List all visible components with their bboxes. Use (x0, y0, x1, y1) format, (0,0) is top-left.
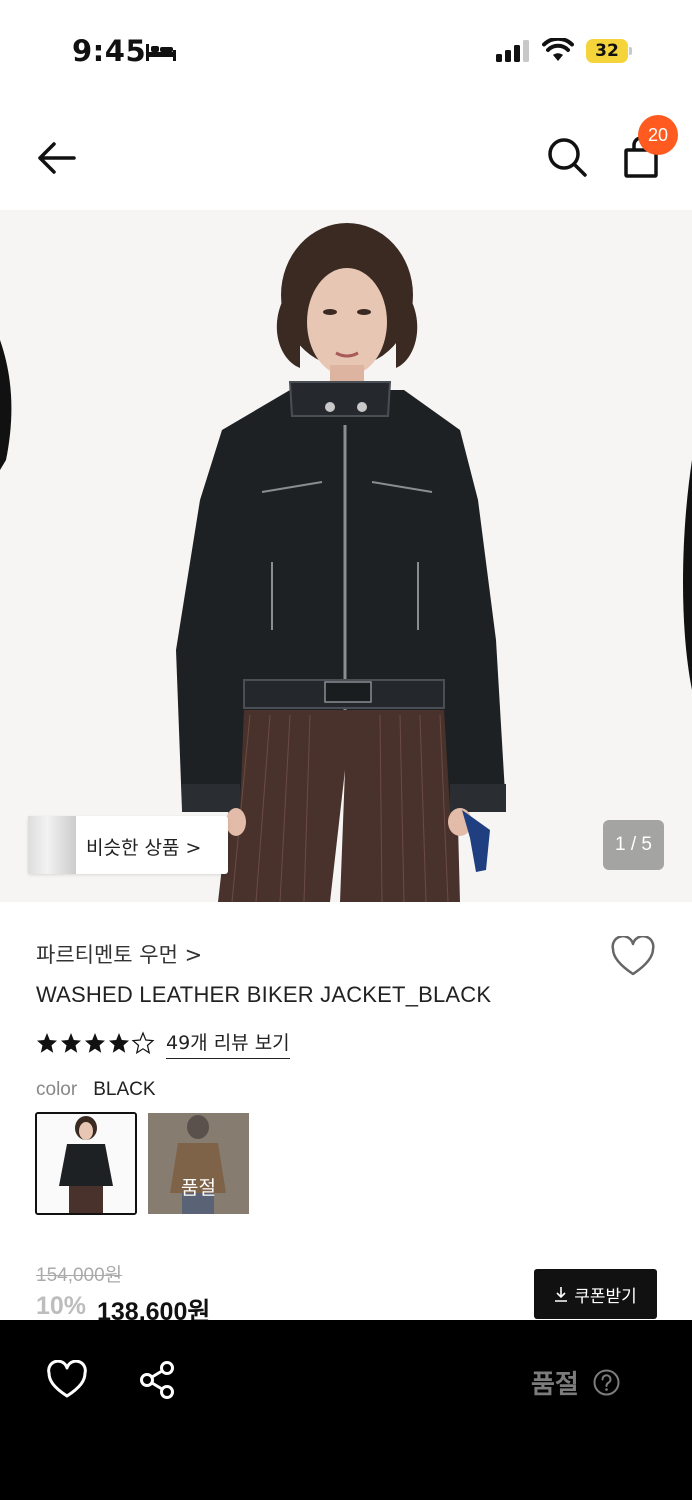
star-icon (109, 1033, 129, 1053)
bottom-action-bar: 품절 (0, 1320, 692, 1500)
status-time: 9:45 (72, 34, 147, 68)
color-swatch-brown[interactable]: 품절 (148, 1113, 249, 1214)
sleep-focus-icon (146, 44, 176, 61)
swatch-black-image (37, 1114, 135, 1213)
color-selector-label: color BLACK (36, 1078, 156, 1101)
sold-out-status: 품절 (531, 1370, 579, 1400)
color-swatch-black[interactable] (35, 1112, 137, 1215)
cellular-signal-icon (496, 40, 529, 62)
image-pager: 1 / 5 (603, 820, 664, 870)
similar-products-button[interactable]: 비슷한 상품 > (28, 816, 228, 874)
coupon-button[interactable]: 쿠폰받기 (534, 1269, 657, 1319)
similar-product-thumbnail (28, 816, 76, 874)
wishlist-heart-icon[interactable] (610, 936, 656, 978)
product-title: WASHED LEATHER BIKER JACKET_BLACK (36, 982, 492, 1007)
heart-icon[interactable] (46, 1360, 88, 1400)
color-key: color (36, 1079, 78, 1100)
star-icon (37, 1033, 57, 1053)
status-bar: 9:45 32 (0, 0, 692, 100)
half-star-icon (132, 1032, 154, 1054)
coupon-label: 쿠폰받기 (574, 1286, 637, 1307)
download-icon (555, 1287, 568, 1302)
star-icon (85, 1033, 105, 1053)
wifi-icon (542, 38, 574, 61)
discount-rate: 10% (36, 1292, 87, 1320)
battery-indicator: 32 (586, 39, 632, 63)
cart-count-badge: 20 (638, 115, 678, 155)
sold-out-label: 품절 (181, 1177, 216, 1199)
rating-stars (37, 1032, 154, 1054)
search-icon[interactable] (544, 134, 590, 180)
color-value: BLACK (93, 1079, 156, 1100)
original-price: 154,000원 (36, 1265, 123, 1286)
product-image[interactable] (0, 210, 692, 902)
star-icon (61, 1033, 81, 1053)
share-icon[interactable] (138, 1360, 178, 1400)
battery-level: 32 (595, 41, 619, 61)
help-icon[interactable] (593, 1369, 620, 1396)
reviews-link[interactable]: 49개 리뷰 보기 (166, 1028, 290, 1059)
brand-link[interactable]: 파르티멘토 우먼 > (36, 939, 202, 969)
similar-products-label: 비슷한 상품 > (86, 837, 202, 859)
app-header (0, 110, 692, 206)
back-arrow-icon[interactable] (32, 136, 80, 180)
model-photo (0, 210, 692, 902)
